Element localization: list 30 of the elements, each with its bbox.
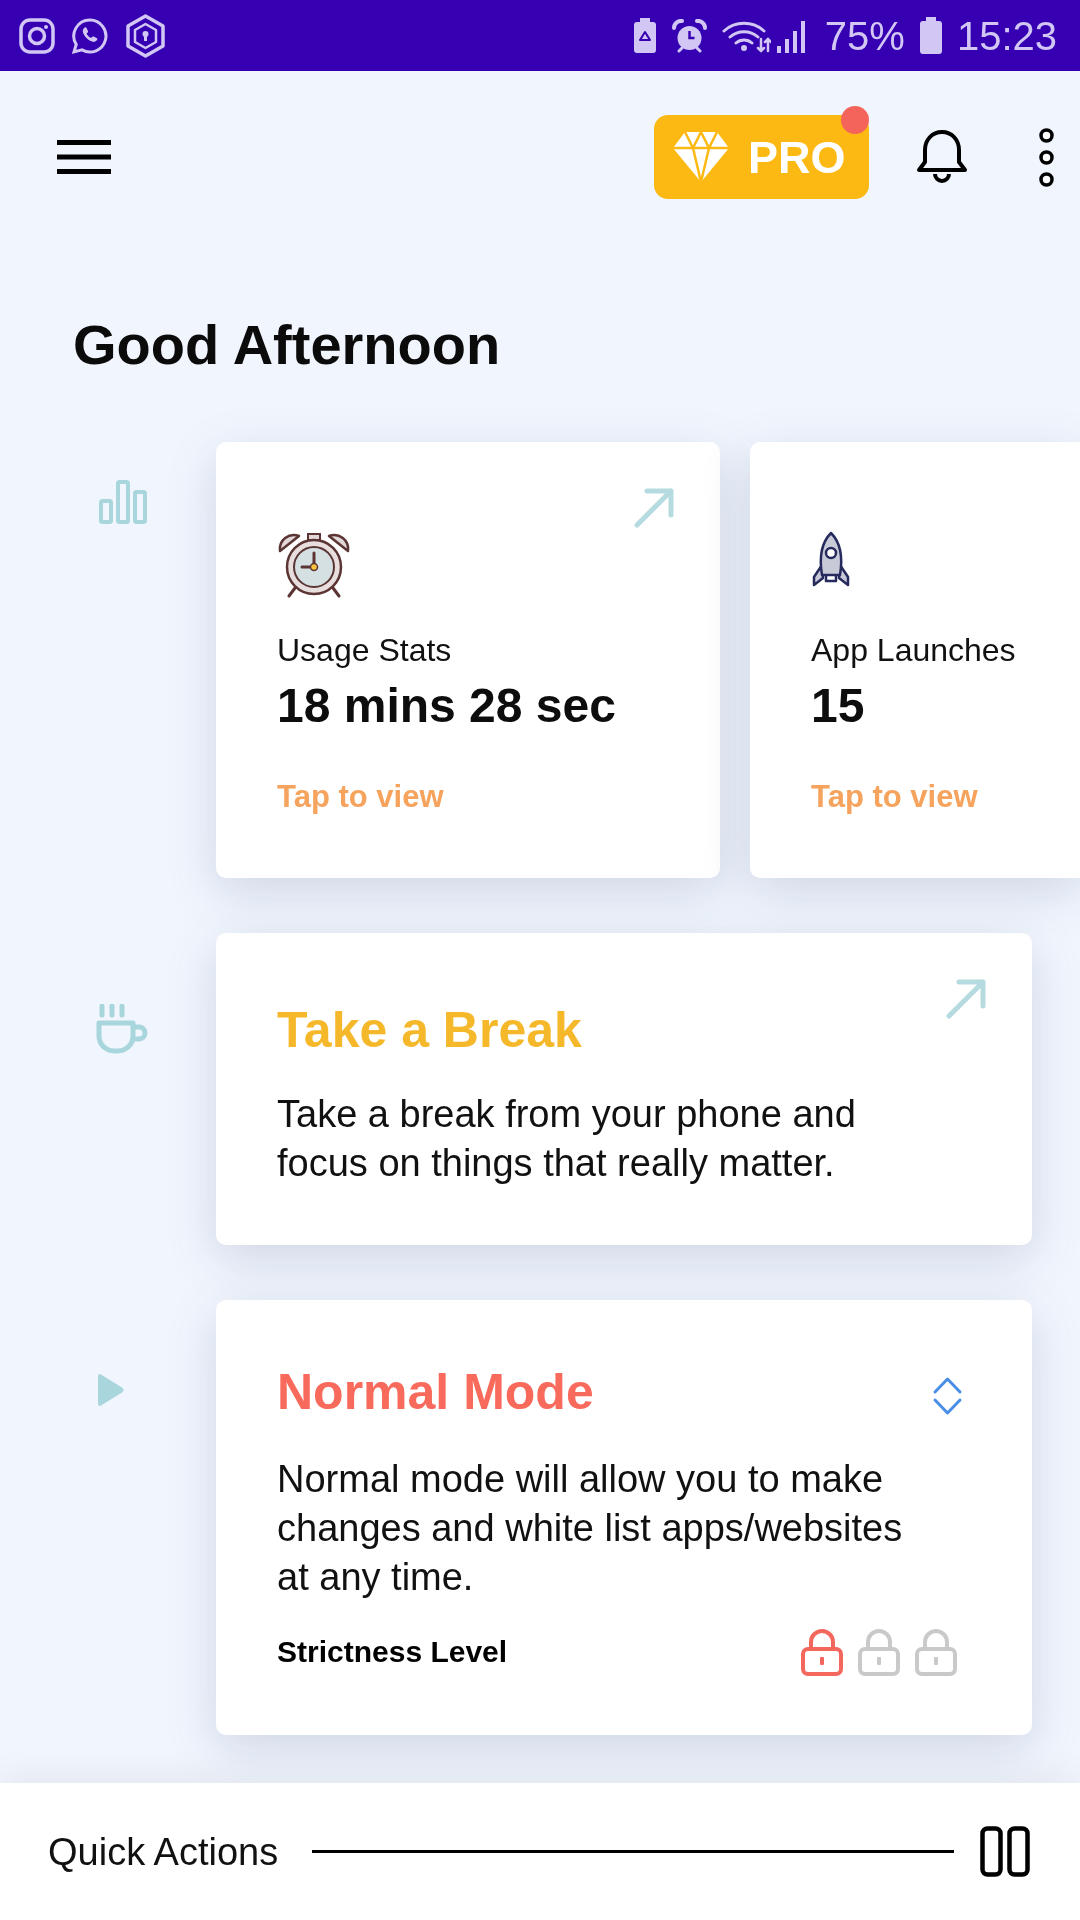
battery-percent: 75% bbox=[824, 15, 905, 56]
more-options-icon[interactable] bbox=[1039, 127, 1054, 187]
play-icon bbox=[96, 1372, 125, 1408]
break-card[interactable]: Take a Break Take a break from your phone and focus on things that really matter. bbox=[216, 933, 1032, 1245]
stat-label: Usage Stats bbox=[277, 631, 452, 670]
alarm-clock-icon bbox=[670, 18, 708, 53]
strictness-label: Strictness Level bbox=[277, 1634, 508, 1670]
bar-chart-icon bbox=[98, 479, 148, 524]
chevron-up-down-icon[interactable] bbox=[932, 1376, 963, 1416]
hexagon-lock-icon bbox=[125, 13, 166, 58]
camera-outline-icon bbox=[19, 17, 55, 54]
card-title: Take a Break bbox=[277, 1001, 582, 1060]
mode-card[interactable]: Normal Mode Normal mode will allow you to make changes and white list apps/websites at any time. Strictness Level bbox=[216, 1300, 1032, 1735]
chat-bubble-phone-icon bbox=[71, 16, 109, 55]
diamond-icon bbox=[671, 130, 731, 184]
stat-value: 15 bbox=[811, 678, 865, 734]
quick-actions-label: Quick Actions bbox=[48, 1829, 279, 1875]
stat-label: App Launches bbox=[811, 631, 1016, 670]
card-description: Take a break from your phone and focus on things that really matter. bbox=[277, 1092, 857, 1186]
menu-icon[interactable] bbox=[57, 140, 111, 174]
greeting-title: Good Afternoon bbox=[73, 313, 501, 377]
alarm-clock-icon bbox=[277, 531, 351, 598]
battery-recycle-icon bbox=[632, 17, 657, 54]
card-description: Normal mode will allow you to make changes and white list apps/websites at any time. bbox=[277, 1457, 904, 1600]
stat-value: 18 mins 28 sec bbox=[277, 678, 616, 734]
battery-icon bbox=[918, 17, 943, 54]
stat-card[interactable]: App Launches 15 Tap to view bbox=[750, 442, 1080, 878]
pause-icon[interactable] bbox=[980, 1826, 1030, 1877]
card-title: Normal Mode bbox=[277, 1363, 594, 1422]
clock-time: 15:23 bbox=[956, 15, 1057, 56]
